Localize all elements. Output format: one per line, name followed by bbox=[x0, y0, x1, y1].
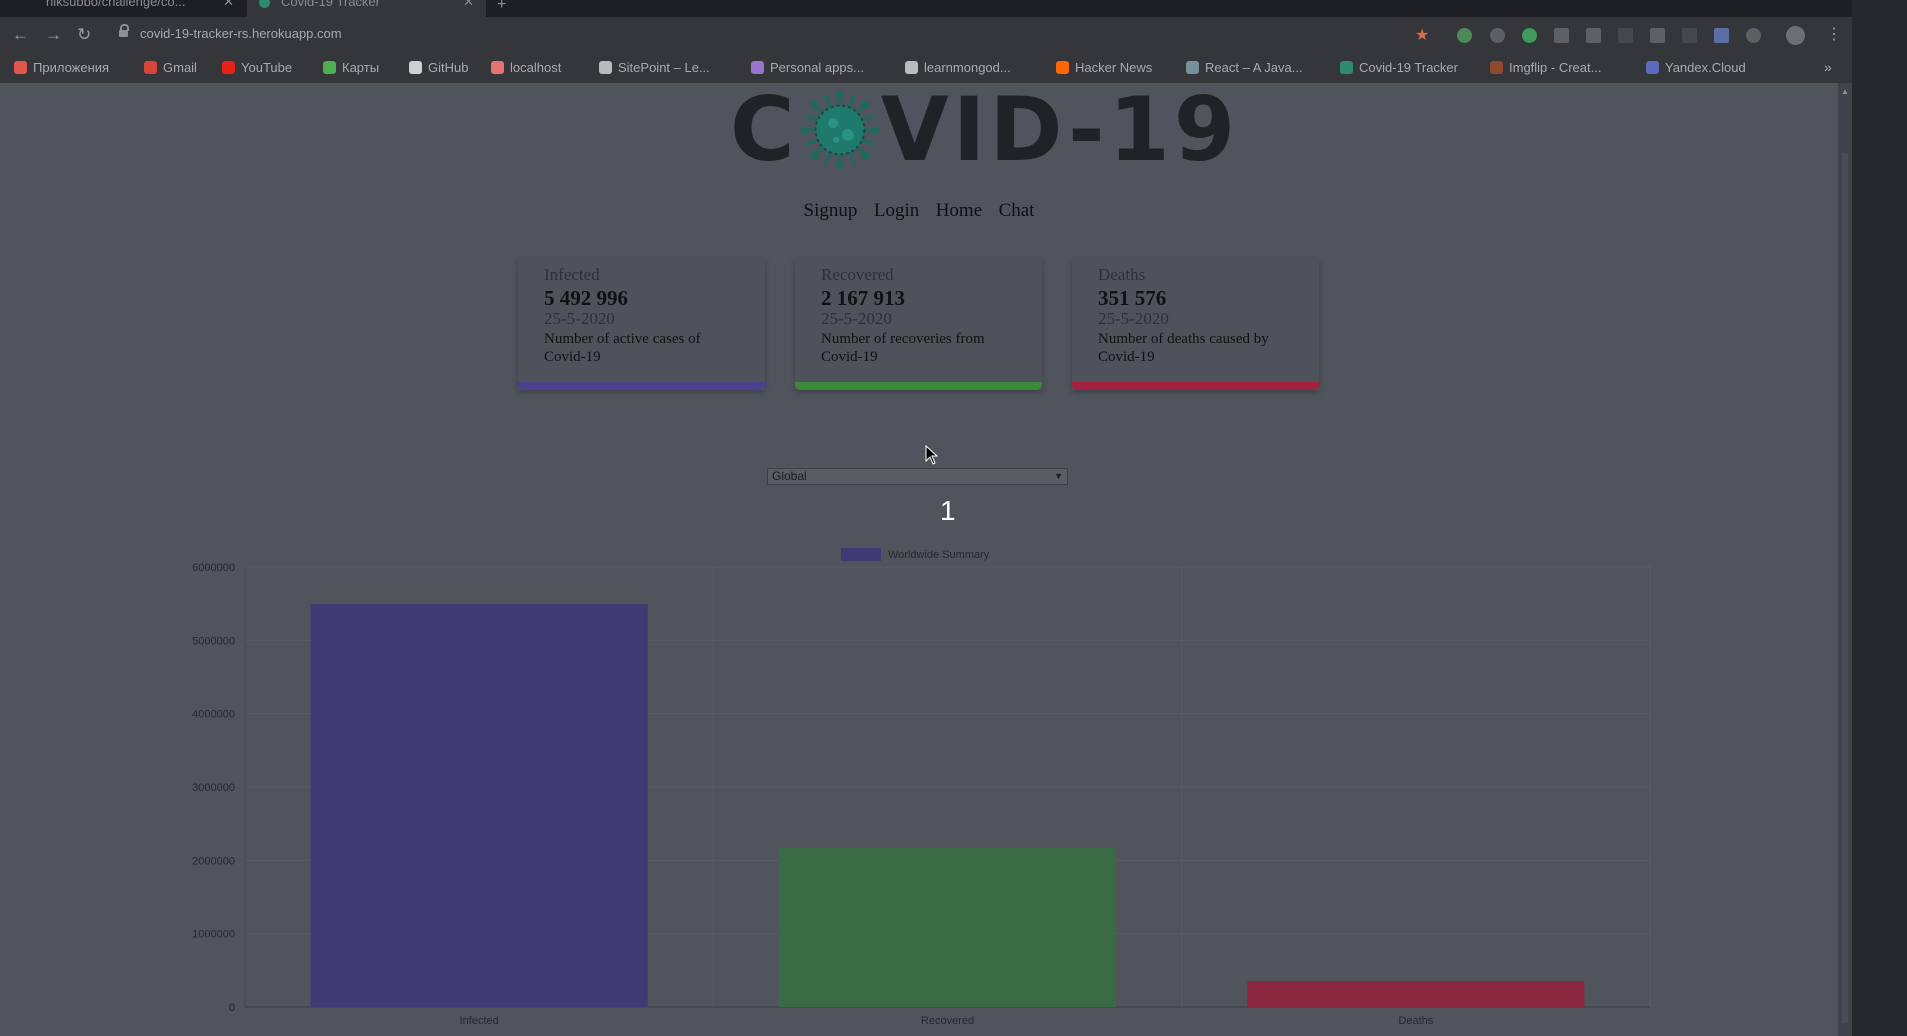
bar-infected bbox=[310, 604, 648, 1007]
bookmark-label: GitHub bbox=[428, 60, 469, 75]
lock-icon[interactable] bbox=[119, 24, 129, 38]
extension-icon[interactable] bbox=[1618, 28, 1633, 43]
y-tick-label: 3000000 bbox=[192, 782, 235, 794]
bookmark-item[interactable]: SitePoint – Le... bbox=[599, 60, 710, 75]
extension-icon[interactable] bbox=[1746, 28, 1761, 43]
scrollbar-thumb[interactable] bbox=[1842, 153, 1848, 1023]
yandex-cloud-icon bbox=[1646, 61, 1659, 74]
bookmark-label: localhost bbox=[510, 60, 562, 75]
extension-icon[interactable] bbox=[1682, 28, 1697, 43]
personal-apps-icon bbox=[751, 61, 764, 74]
covid-favicon-icon bbox=[259, 0, 270, 8]
bookmark-item[interactable]: Covid-19 Tracker bbox=[1340, 60, 1458, 75]
side-panel bbox=[1852, 0, 1907, 1036]
bar-recovered bbox=[778, 848, 1117, 1007]
y-tick-label: 4000000 bbox=[192, 709, 235, 721]
reload-icon[interactable]: ↻ bbox=[77, 25, 91, 45]
bookmark-item[interactable]: Gmail bbox=[144, 60, 197, 75]
page-viewport: C VID-19 Signup Login Home Chat Infected bbox=[0, 83, 1838, 1036]
y-tick-label: 0 bbox=[229, 1002, 235, 1014]
bookmark-label: Yandex.Cloud bbox=[1665, 60, 1746, 75]
maps-icon bbox=[323, 61, 336, 74]
bookmark-label: Карты bbox=[342, 60, 380, 75]
youtube-icon bbox=[222, 61, 235, 74]
covid-icon bbox=[1340, 61, 1353, 74]
worldwide-bar-chart: 0 1000000 2000000 3000000 4000000 5000000 6000… bbox=[192, 548, 1651, 1027]
y-tick-label: 1000000 bbox=[192, 929, 235, 941]
bookmark-label: Приложения bbox=[33, 60, 110, 75]
extension-icon[interactable] bbox=[1457, 28, 1472, 43]
address-bar[interactable]: covid-19-tracker-rs.herokuapp.com bbox=[140, 26, 342, 41]
y-tick-label: 6000000 bbox=[192, 562, 235, 574]
bookmark-label: learnmongod... bbox=[924, 60, 1011, 75]
avatar[interactable] bbox=[1786, 26, 1805, 45]
y-tick-label: 2000000 bbox=[192, 855, 235, 867]
bookmark-label: Hacker News bbox=[1075, 60, 1153, 75]
tab-title: niksubbo/challenge/co... bbox=[46, 0, 186, 9]
extension-icon[interactable] bbox=[1714, 28, 1729, 43]
bookmark-item[interactable]: Yandex.Cloud bbox=[1646, 60, 1746, 75]
bookmark-label: React – A Java... bbox=[1205, 60, 1303, 75]
imgflip-icon bbox=[1490, 61, 1503, 74]
bookmark-item[interactable]: localhost bbox=[491, 60, 561, 75]
extension-icon[interactable] bbox=[1490, 28, 1505, 43]
x-tick-label: Recovered bbox=[921, 1015, 974, 1027]
scrollbar[interactable]: ▲ bbox=[1838, 83, 1852, 1036]
bookmark-item[interactable]: Imgflip - Creat... bbox=[1490, 60, 1601, 75]
camera-icon[interactable] bbox=[1554, 28, 1569, 43]
tab-title: Covid-19 Tracker bbox=[281, 0, 380, 9]
legend-swatch bbox=[841, 548, 881, 561]
bookmark-item[interactable]: Hacker News bbox=[1056, 60, 1152, 75]
scroll-up-icon[interactable]: ▲ bbox=[1841, 87, 1849, 96]
y-tick-label: 5000000 bbox=[192, 635, 235, 647]
legend-label: Worldwide Summary bbox=[888, 549, 990, 561]
extension-icon[interactable] bbox=[1586, 28, 1601, 43]
tab-covid-tracker[interactable]: Covid-19 Tracker ✕ bbox=[247, 0, 486, 17]
browser-toolbar: ← → ↻ covid-19-tracker-rs.herokuapp.com … bbox=[0, 17, 1852, 53]
x-tick-label: Infected bbox=[460, 1015, 499, 1027]
react-icon bbox=[1186, 61, 1199, 74]
menu-icon[interactable]: ⋮ bbox=[1826, 24, 1842, 44]
bookmark-item[interactable]: GitHub bbox=[409, 60, 468, 75]
bar-deaths bbox=[1247, 981, 1585, 1007]
bookmark-label: YouTube bbox=[241, 60, 293, 75]
new-tab-icon[interactable]: + bbox=[497, 0, 506, 14]
bookmark-item[interactable]: learnmongod... bbox=[905, 60, 1011, 75]
bookmark-label: Covid-19 Tracker bbox=[1359, 60, 1458, 75]
bookmark-item[interactable]: React – A Java... bbox=[1186, 60, 1303, 75]
bookmark-label: SitePoint – Le... bbox=[618, 60, 710, 75]
bookmark-label: Gmail bbox=[163, 60, 197, 75]
sitepoint-icon bbox=[599, 61, 612, 74]
bookmarks-bar: Приложения Gmail YouTube Карты GitHub localho… bbox=[0, 53, 1852, 83]
bookmark-item[interactable]: YouTube bbox=[222, 60, 292, 75]
x-tick-label: Deaths bbox=[1398, 1015, 1433, 1027]
bookmark-item[interactable]: Карты bbox=[323, 60, 379, 75]
close-icon[interactable]: ✕ bbox=[463, 0, 474, 10]
bookmark-item[interactable]: Personal apps... bbox=[751, 60, 864, 75]
bookmark-label: Imgflip - Creat... bbox=[1509, 60, 1602, 75]
bookmark-star-icon[interactable]: ★ bbox=[1415, 25, 1429, 45]
back-icon[interactable]: ← bbox=[12, 25, 29, 45]
location-pin-icon bbox=[491, 61, 504, 74]
extension-icon[interactable] bbox=[1650, 28, 1665, 43]
gmail-icon bbox=[144, 61, 157, 74]
tab-strip: niksubbo/challenge/co... ✕ Covid-19 Trac… bbox=[0, 0, 1852, 17]
more-bookmarks-icon[interactable]: » bbox=[1824, 59, 1832, 75]
hacker-news-icon bbox=[1056, 61, 1069, 74]
tab-github[interactable]: niksubbo/challenge/co... ✕ bbox=[12, 0, 246, 17]
forward-icon[interactable]: → bbox=[45, 25, 62, 45]
github-icon bbox=[409, 61, 422, 74]
extension-icon[interactable] bbox=[1522, 28, 1537, 43]
close-icon[interactable]: ✕ bbox=[223, 0, 234, 10]
apps-grid-icon bbox=[14, 61, 27, 74]
bookmark-item[interactable]: Приложения bbox=[14, 60, 109, 75]
globe-icon bbox=[905, 61, 918, 74]
bookmark-label: Personal apps... bbox=[770, 60, 864, 75]
